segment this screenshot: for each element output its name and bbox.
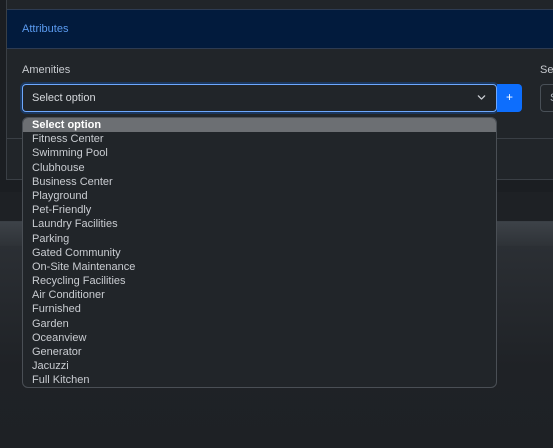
- amenities-label: Amenities: [22, 64, 71, 76]
- dropdown-option[interactable]: Business Center: [23, 175, 496, 189]
- dropdown-option[interactable]: Recycling Facilities: [23, 274, 496, 288]
- amenities-select[interactable]: Select option: [22, 84, 497, 112]
- amenities-select-value: Select option: [32, 92, 96, 104]
- dropdown-option[interactable]: Parking: [23, 232, 496, 246]
- dropdown-option[interactable]: Pet-Friendly: [23, 203, 496, 217]
- add-amenity-button[interactable]: +: [497, 84, 522, 112]
- second-field-label: Se: [540, 64, 553, 76]
- card-header: Attributes: [7, 9, 553, 49]
- dropdown-option[interactable]: Gated Community: [23, 246, 496, 260]
- dropdown-option[interactable]: Fitness Center: [23, 132, 496, 146]
- dropdown-option[interactable]: Jacuzzi: [23, 359, 496, 373]
- dropdown-option[interactable]: Clubhouse: [23, 161, 496, 175]
- dropdown-option[interactable]: Swimming Pool: [23, 146, 496, 160]
- dropdown-option[interactable]: Laundry Facilities: [23, 217, 496, 231]
- dropdown-option[interactable]: On-Site Maintenance: [23, 260, 496, 274]
- second-field-select[interactable]: S: [540, 84, 553, 112]
- dropdown-option[interactable]: Select option: [23, 118, 496, 133]
- dropdown-option[interactable]: Air Conditioner: [23, 288, 496, 302]
- dropdown-option[interactable]: Full Kitchen: [23, 373, 496, 387]
- amenities-dropdown-list: Select option Fitness Center Swimming Pool…: [22, 117, 497, 388]
- chevron-down-icon: [477, 95, 486, 100]
- dropdown-option[interactable]: Garden: [23, 317, 496, 331]
- dropdown-option[interactable]: Furnished: [23, 302, 496, 316]
- card-title: Attributes: [22, 23, 69, 35]
- dropdown-option[interactable]: Playground: [23, 189, 496, 203]
- dropdown-option[interactable]: Oceanview: [23, 331, 496, 345]
- dropdown-option[interactable]: Generator: [23, 345, 496, 359]
